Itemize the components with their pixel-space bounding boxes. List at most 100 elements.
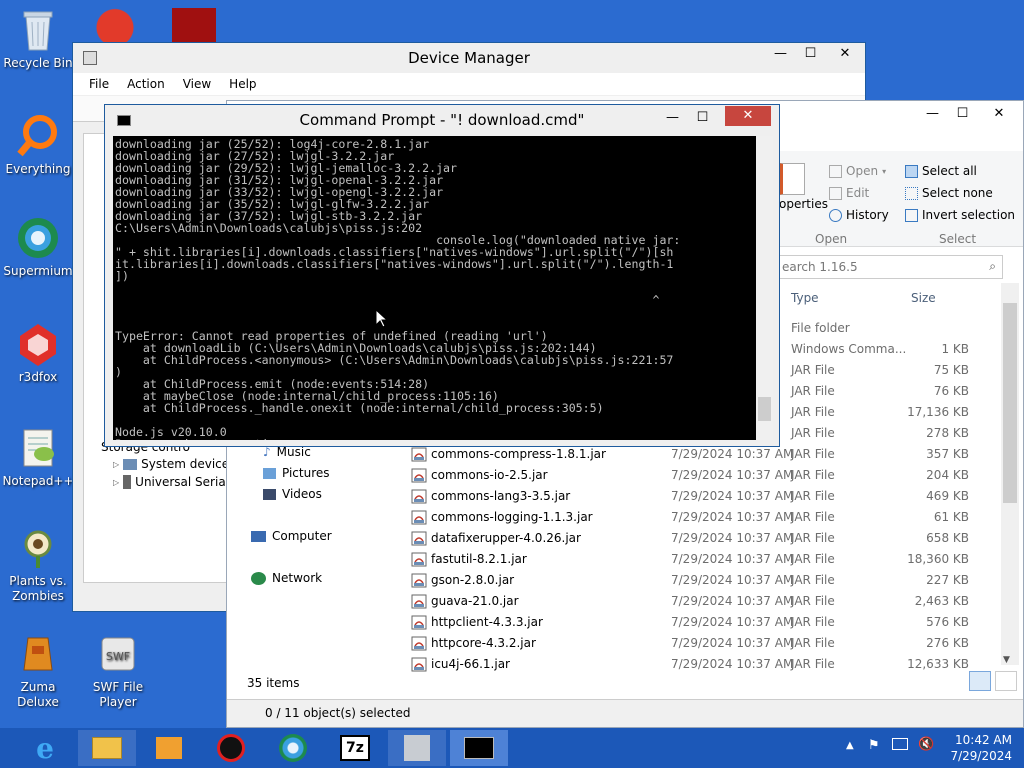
details-view-button[interactable]	[969, 671, 991, 691]
close-button[interactable]: ✕	[725, 106, 771, 126]
file-type: JAR File	[791, 447, 835, 461]
desktop-icon-r3dfox[interactable]: r3dfox	[0, 320, 76, 385]
menu-action[interactable]: Action	[127, 77, 165, 91]
volume-muted-icon[interactable]: 🔇	[918, 737, 934, 752]
nav-item-computer[interactable]: Computer	[251, 529, 332, 543]
menu-file[interactable]: File	[89, 77, 109, 91]
console-output[interactable]: downloading jar (25/52): log4j-core-2.8.…	[113, 136, 756, 440]
nav-item-pictures[interactable]: Pictures	[263, 466, 330, 480]
jar-file-icon	[411, 552, 427, 567]
menu-bar: File Action View Help	[73, 73, 865, 95]
device-manager-titlebar[interactable]: Device Manager	[73, 43, 865, 73]
music-icon: ♪	[263, 445, 271, 459]
supermium-icon	[279, 734, 307, 762]
nav-label: Computer	[272, 529, 332, 543]
file-row[interactable]: commons-logging-1.1.3.jar 7/29/2024 10:37…	[227, 507, 1007, 528]
jar-file-icon	[411, 615, 427, 630]
clock[interactable]: 10:42 AM 7/29/2024	[940, 732, 1012, 764]
minimize-button[interactable]: —	[918, 103, 947, 125]
file-name: gson-2.8.0.jar	[431, 573, 515, 587]
maximize-button[interactable]: ☐	[796, 43, 825, 65]
select-none-button[interactable]: Select none	[905, 186, 993, 200]
ribbon-label: operties	[779, 197, 828, 211]
desktop-icon-label: Everything	[5, 162, 71, 176]
search-input[interactable]: earch 1.16.5	[782, 260, 858, 274]
taskbar-app-media-player[interactable]	[140, 730, 198, 766]
close-button[interactable]: ✕	[981, 103, 1017, 125]
scroll-thumb[interactable]	[1003, 303, 1017, 503]
maximize-button[interactable]: ☐	[948, 103, 977, 125]
desktop-icon-notepadpp[interactable]: Notepad++	[0, 424, 76, 489]
r3dfox-browser-icon	[14, 320, 62, 368]
file-type: JAR File	[791, 573, 835, 587]
edit-button[interactable]: Edit	[829, 186, 869, 200]
taskbar-app-7zip[interactable]: 7z	[326, 730, 384, 766]
minimize-button[interactable]: —	[766, 43, 795, 65]
file-type: JAR File	[791, 552, 835, 566]
desktop-icon-supermium[interactable]: Supermium	[0, 214, 76, 279]
desktop-icon-zuma-deluxe[interactable]: Zuma Deluxe	[0, 630, 76, 710]
expand-arrow-icon[interactable]: ▷	[113, 460, 119, 469]
nav-item-music[interactable]: ♪ Music	[263, 445, 311, 459]
tray-overflow-icon[interactable]: ▲	[846, 740, 854, 751]
desktop-icon-pdf[interactable]	[92, 6, 138, 42]
search-box[interactable]: earch 1.16.5 ⌕	[779, 255, 1003, 279]
close-button[interactable]: ✕	[827, 43, 863, 65]
tree-item-system-devices[interactable]: ▷ System devices	[113, 457, 235, 471]
desktop-icon-flash[interactable]	[172, 8, 216, 42]
file-type: JAR File	[791, 657, 835, 671]
invert-selection-button[interactable]: Invert selection	[905, 208, 1015, 222]
select-all-button[interactable]: Select all	[905, 164, 977, 178]
file-row[interactable]: commons-lang3-3.5.jar 7/29/2024 10:37 AM J…	[227, 486, 1007, 507]
desktop-icon-label: Plants vs. Zombies	[9, 574, 67, 603]
file-date: 7/29/2024 10:37 AM	[671, 489, 794, 503]
scroll-down-arrow-icon[interactable]: ▼	[1003, 655, 1010, 665]
desktop-icon-everything[interactable]: Everything	[0, 112, 76, 177]
menu-view[interactable]: View	[183, 77, 211, 91]
tree-item-usb[interactable]: ▷ Universal Seria	[113, 475, 226, 489]
desktop-icon-recycle-bin[interactable]: Recycle Bin	[0, 6, 76, 71]
file-row[interactable]: icu4j-66.1.jar 7/29/2024 10:37 AM JAR File…	[227, 654, 1007, 675]
file-row[interactable]: guava-21.0.jar 7/29/2024 10:37 AM JAR File…	[227, 591, 1007, 612]
file-date: 7/29/2024 10:37 AM	[671, 510, 794, 524]
maximize-button[interactable]: ☐	[688, 107, 717, 129]
history-button[interactable]: History	[829, 208, 889, 222]
nav-item-videos[interactable]: Videos	[263, 487, 322, 501]
ribbon-label: Invert selection	[922, 208, 1016, 222]
desktop-icon-swf-player[interactable]: SWF SWF File Player	[80, 630, 156, 710]
network-tray-icon[interactable]	[892, 738, 908, 750]
column-header-size[interactable]: Size	[911, 291, 936, 305]
taskbar-app-ie[interactable]: e	[16, 730, 74, 766]
cmd-app-icon	[117, 115, 131, 126]
nav-item-network[interactable]: Network	[251, 571, 322, 585]
command-prompt-window[interactable]: Command Prompt - "! download.cmd" — ☐ ✕ …	[104, 104, 780, 447]
taskbar-app-cmd[interactable]	[450, 730, 508, 766]
file-name: commons-compress-1.8.1.jar	[431, 447, 606, 461]
action-center-flag-icon[interactable]: ⚑	[868, 738, 880, 753]
file-row[interactable]: commons-compress-1.8.1.jar 7/29/2024 10:3…	[227, 444, 1007, 465]
open-button[interactable]: Open ▾	[829, 164, 886, 178]
file-row[interactable]: gson-2.8.0.jar 7/29/2024 10:37 AM JAR File…	[227, 570, 1007, 591]
taskbar-app-record[interactable]	[202, 730, 260, 766]
file-row[interactable]: httpclient-4.3.3.jar 7/29/2024 10:37 AM JA…	[227, 612, 1007, 633]
large-icons-view-button[interactable]	[995, 671, 1017, 691]
file-row[interactable]: datafixerupper-4.0.26.jar 7/29/2024 10:37…	[227, 528, 1007, 549]
file-row[interactable]: commons-io-2.5.jar 7/29/2024 10:37 AM JAR …	[227, 465, 1007, 486]
taskbar-app-explorer[interactable]	[78, 730, 136, 766]
column-header-type[interactable]: Type	[791, 291, 819, 305]
taskbar-app-device-manager[interactable]	[388, 730, 446, 766]
file-type: JAR File	[791, 405, 835, 419]
minimize-button[interactable]: —	[658, 107, 687, 129]
desktop-icon-plants-vs-zombies[interactable]: Plants vs. Zombies	[0, 524, 76, 604]
file-row[interactable]: fastutil-8.2.1.jar 7/29/2024 10:37 AM JAR …	[227, 549, 1007, 570]
file-row[interactable]: httpcore-4.3.2.jar 7/29/2024 10:37 AM JAR …	[227, 633, 1007, 654]
record-icon	[217, 734, 245, 762]
cmd-scroll-thumb[interactable]	[758, 397, 771, 421]
cmd-scrollbar[interactable]	[756, 136, 773, 440]
properties-button[interactable]: operties	[779, 163, 828, 211]
file-date: 7/29/2024 10:37 AM	[671, 636, 794, 650]
menu-help[interactable]: Help	[229, 77, 256, 91]
taskbar-app-supermium[interactable]	[264, 730, 322, 766]
expand-arrow-icon[interactable]: ▷	[113, 478, 119, 487]
search-icon[interactable]: ⌕	[989, 259, 996, 274]
